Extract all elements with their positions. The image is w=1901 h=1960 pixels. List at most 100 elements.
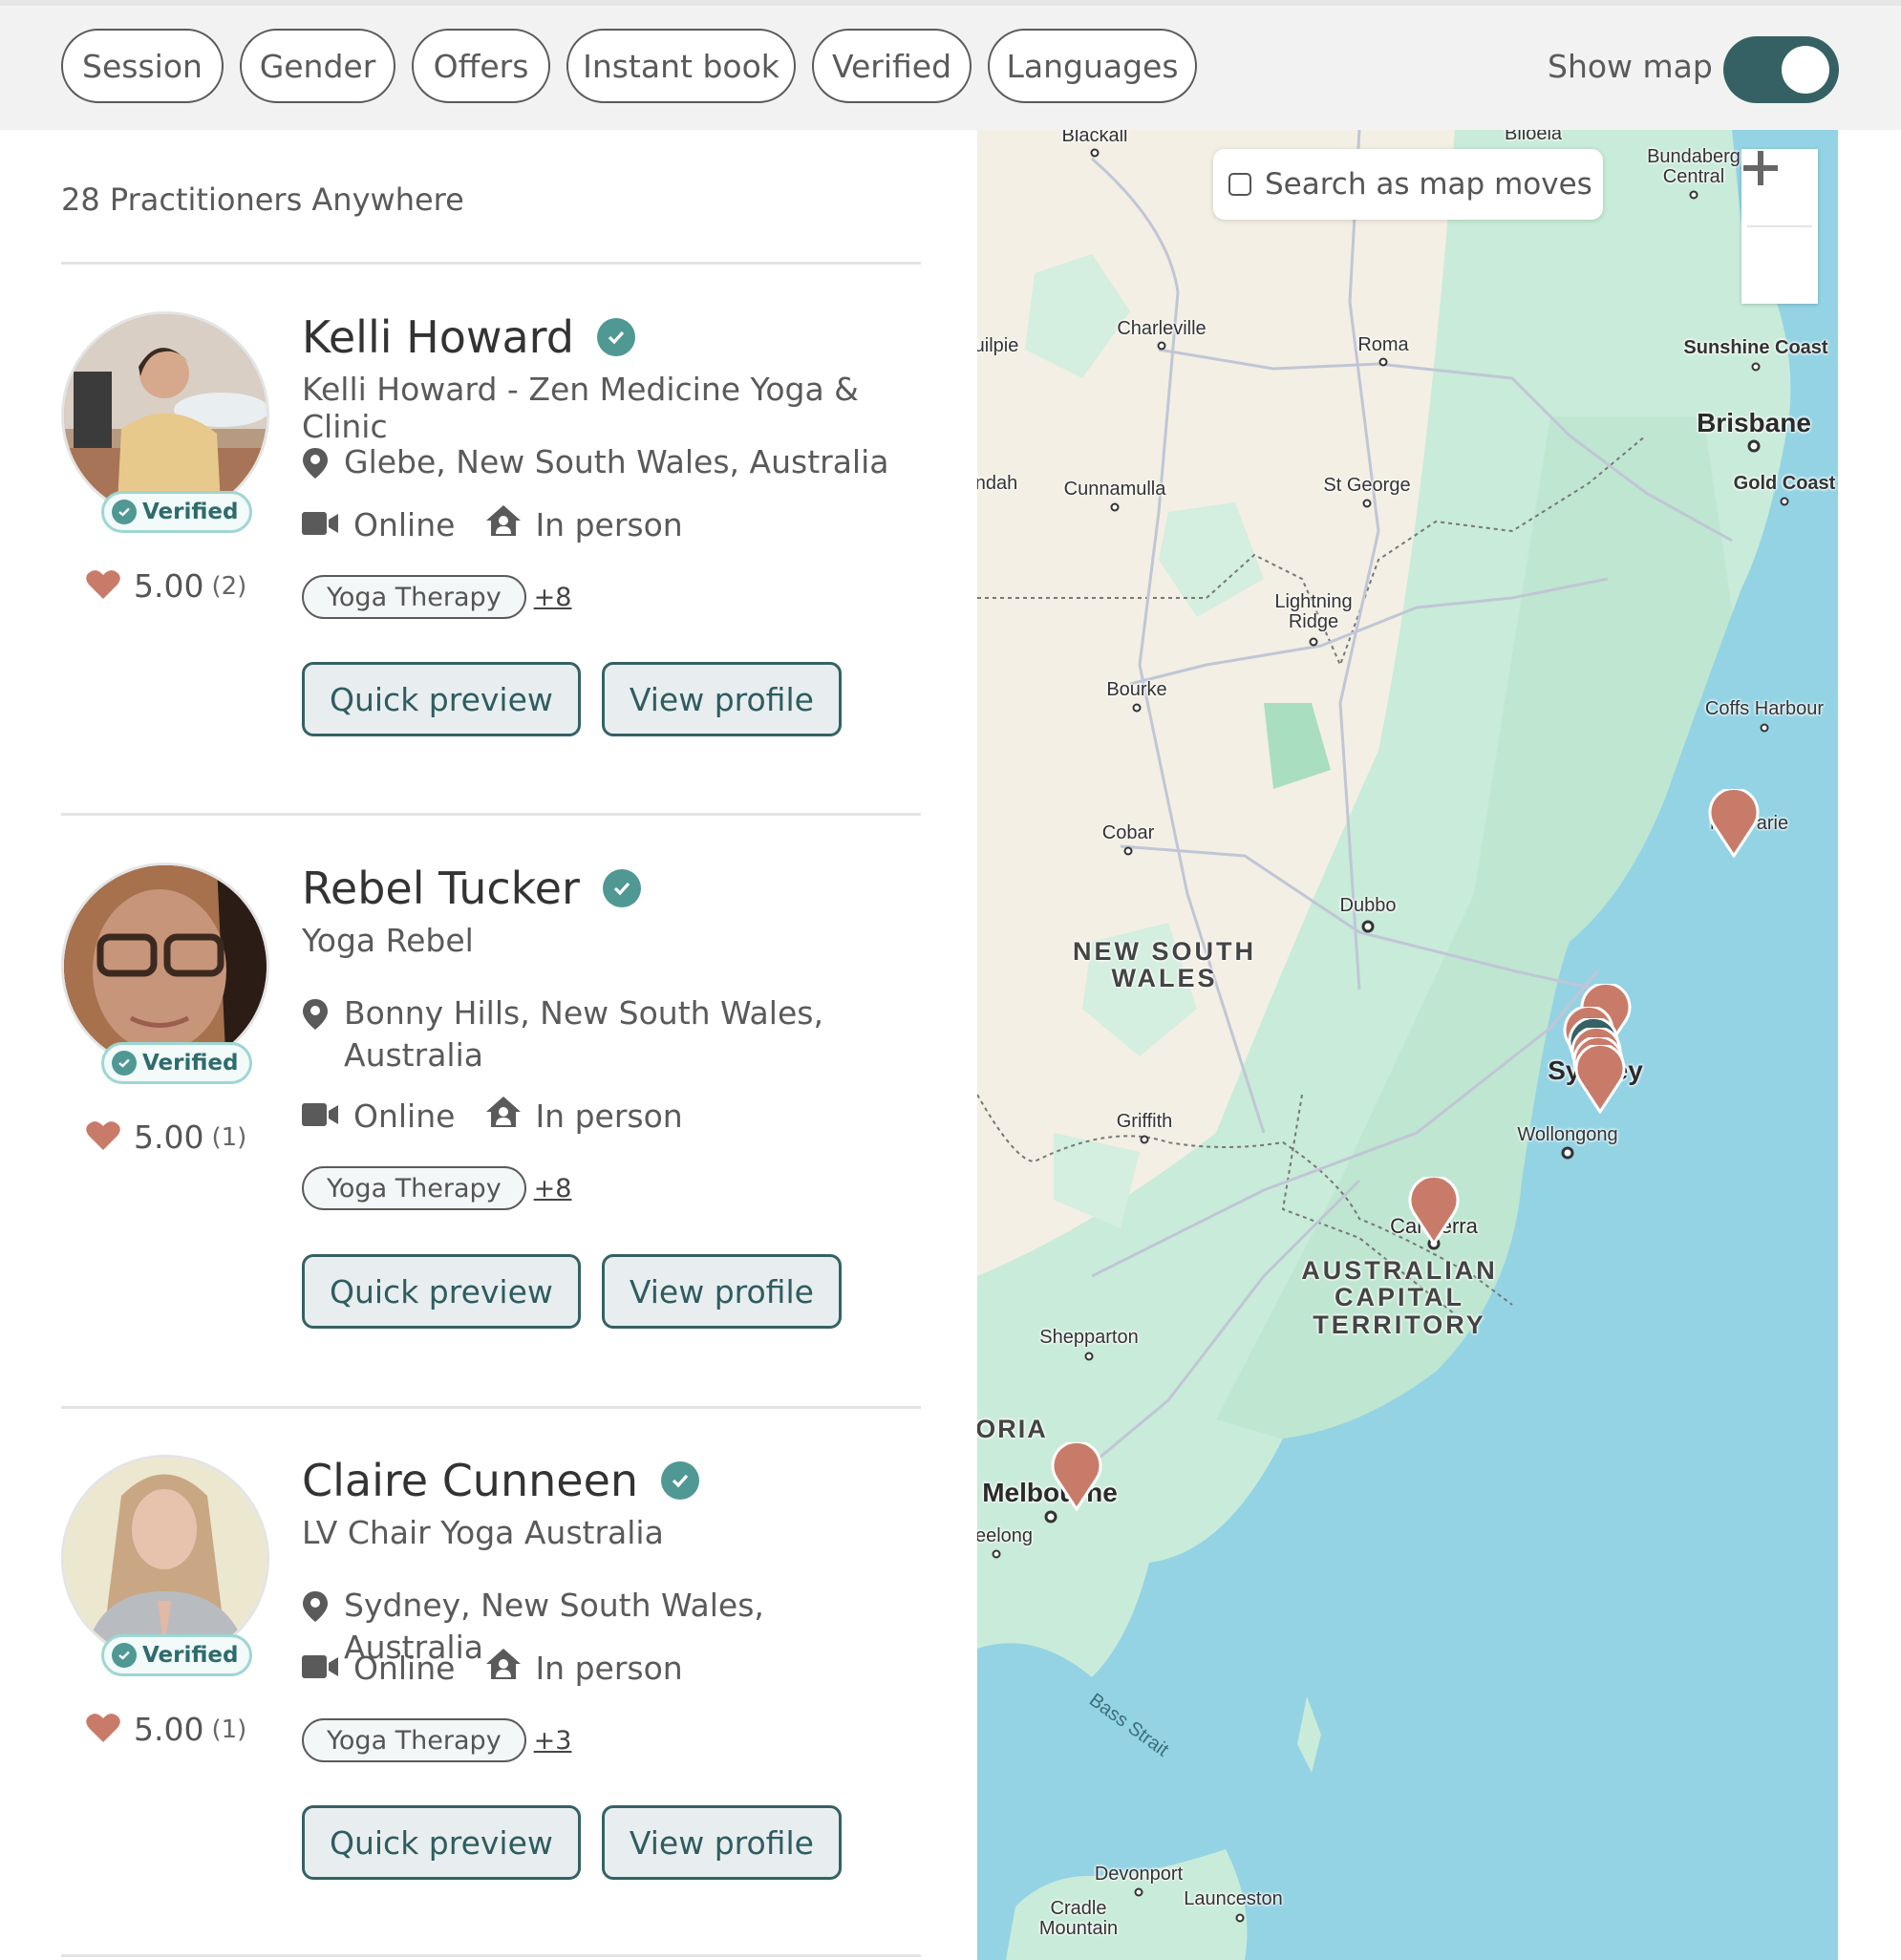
map-pin-melbourne[interactable] xyxy=(1051,1442,1102,1511)
zoom-out-button[interactable] xyxy=(1741,165,1818,304)
practitioner-name[interactable]: Kelli Howard xyxy=(302,311,574,363)
review-count: (1) xyxy=(211,1122,247,1152)
quick-preview-button[interactable]: Quick preview xyxy=(302,1805,581,1880)
map-label-griffith: Griffith xyxy=(1116,1111,1173,1132)
session-modes: Online In person xyxy=(302,504,714,544)
map-pin-glebe[interactable] xyxy=(1574,1045,1626,1114)
avatar[interactable] xyxy=(61,863,269,1071)
map-label-victoria: ORIA xyxy=(977,1415,1048,1443)
more-tags-link[interactable]: +8 xyxy=(534,1174,572,1204)
specialty-tag: Yoga Therapy xyxy=(302,575,526,619)
view-profile-button[interactable]: View profile xyxy=(601,662,842,736)
map-city-dot xyxy=(1309,637,1318,647)
map-label-quilpie: uilpie xyxy=(977,335,1019,356)
mode-online-label: Online xyxy=(353,1097,456,1135)
avatar[interactable] xyxy=(61,1455,269,1663)
map-city-dot xyxy=(1044,1510,1057,1523)
business-name: Yoga Rebel xyxy=(302,922,474,959)
filter-bar: Session Gender Offers Instant book Verif… xyxy=(0,0,1901,130)
map-city-dot xyxy=(1362,499,1372,508)
divider xyxy=(61,262,921,265)
map-city-dot xyxy=(1780,497,1789,506)
practitioner-card: Verified 5.00 (1) Rebel Tucker Yoga Rebe… xyxy=(61,863,921,1359)
minus-icon xyxy=(1743,165,1778,171)
specialty-tag: Yoga Therapy xyxy=(302,1166,526,1210)
verified-label: Verified xyxy=(142,500,239,524)
map-label-wollongong: Wollongong xyxy=(1517,1124,1618,1145)
more-tags-link[interactable]: +3 xyxy=(534,1726,572,1756)
map-label-blackall: Blackall xyxy=(1061,130,1128,146)
filter-chip-verified[interactable]: Verified xyxy=(812,29,972,103)
filter-chip-gender[interactable]: Gender xyxy=(240,29,395,103)
map-zoom-controls xyxy=(1741,149,1818,304)
rating-score: 5.00 xyxy=(134,567,204,605)
verified-check-icon xyxy=(596,318,635,356)
check-circle-icon xyxy=(112,1643,137,1668)
check-circle-icon xyxy=(112,1051,137,1076)
filter-chip-languages[interactable]: Languages xyxy=(988,29,1197,103)
map-label-cradle-mountain: Cradle Mountain xyxy=(1038,1898,1119,1939)
map-base xyxy=(977,130,1838,1960)
filter-chip-offers[interactable]: Offers xyxy=(412,29,550,103)
mode-online-label: Online xyxy=(353,1649,456,1687)
location-pin-icon xyxy=(302,447,329,490)
map-city-dot xyxy=(1760,723,1769,733)
business-name: LV Chair Yoga Australia xyxy=(302,1514,664,1551)
view-profile-button[interactable]: View profile xyxy=(601,1805,842,1880)
mode-online: Online xyxy=(302,1097,455,1135)
verified-label: Verified xyxy=(142,1051,239,1076)
map-label-lightning-ridge: Lightning Ridge xyxy=(1274,591,1353,632)
practitioner-name[interactable]: Rebel Tucker xyxy=(302,863,580,914)
divider xyxy=(61,1954,921,1957)
map-label-st-george: St George xyxy=(1323,475,1411,496)
location-row: Bonny Hills, New South Wales, Australia xyxy=(302,992,837,1076)
map-label-biloela: Biloela xyxy=(1504,130,1563,144)
divider xyxy=(61,1406,921,1409)
quick-preview-button[interactable]: Quick preview xyxy=(302,662,581,736)
verified-check-icon xyxy=(661,1461,700,1500)
practitioner-name[interactable]: Claire Cunneen xyxy=(302,1455,638,1506)
quick-preview-button[interactable]: Quick preview xyxy=(302,1254,581,1329)
filter-chip-instant-book[interactable]: Instant book xyxy=(566,29,796,103)
map-label-new-south-wales: NEW SOUTH WALES xyxy=(1073,937,1256,993)
check-circle-icon xyxy=(112,500,137,524)
map[interactable]: Blackall Biloela Bundaberg Central uilpi… xyxy=(977,130,1838,1960)
video-camera-icon xyxy=(302,506,340,543)
map-label-thargomindah: ndah xyxy=(977,473,1018,494)
view-profile-button[interactable]: View profile xyxy=(601,1254,842,1329)
verified-badge: Verified xyxy=(101,1634,253,1676)
filter-chip-session[interactable]: Session xyxy=(61,29,224,103)
map-city-dot xyxy=(1747,439,1761,453)
map-label-act: AUSTRALIAN CAPITAL TERRITORY xyxy=(1301,1256,1498,1339)
map-label-shepparton: Shepparton xyxy=(1039,1327,1139,1348)
search-as-map-moves[interactable]: Search as map moves xyxy=(1213,149,1603,220)
map-city-dot xyxy=(1110,502,1120,512)
video-camera-icon xyxy=(302,1097,340,1135)
map-label-geelong: eelong xyxy=(977,1525,1034,1546)
map-city-dot xyxy=(1378,357,1388,367)
map-label-cobar: Cobar xyxy=(1101,822,1155,843)
map-label-bundaberg: Bundaberg Central xyxy=(1647,146,1741,187)
map-label-devonport: Devonport xyxy=(1094,1864,1184,1885)
heart-icon xyxy=(86,569,120,604)
location-text: Glebe, New South Wales, Australia xyxy=(344,443,889,480)
map-city-dot xyxy=(1561,1146,1574,1160)
map-city-dot xyxy=(1140,1135,1149,1144)
verified-badge: Verified xyxy=(101,491,253,533)
map-label-bourke: Bourke xyxy=(1106,679,1167,700)
house-person-icon xyxy=(485,1096,522,1136)
map-city-dot xyxy=(992,1549,1001,1559)
map-city-dot xyxy=(1134,1887,1143,1897)
map-city-dot xyxy=(1235,1913,1245,1923)
map-city-dot xyxy=(1157,341,1166,351)
map-city-dot xyxy=(1689,190,1698,200)
more-tags-link[interactable]: +8 xyxy=(534,583,572,612)
search-as-map-moves-checkbox[interactable] xyxy=(1228,173,1251,196)
map-pin-canberra[interactable] xyxy=(1408,1177,1460,1246)
session-modes: Online In person xyxy=(302,1096,714,1136)
specialty-tag: Yoga Therapy xyxy=(302,1718,526,1762)
avatar[interactable] xyxy=(61,311,269,520)
video-camera-icon xyxy=(302,1650,340,1687)
map-pin-port-macquarie[interactable] xyxy=(1708,789,1760,858)
show-map-toggle[interactable] xyxy=(1723,36,1839,103)
